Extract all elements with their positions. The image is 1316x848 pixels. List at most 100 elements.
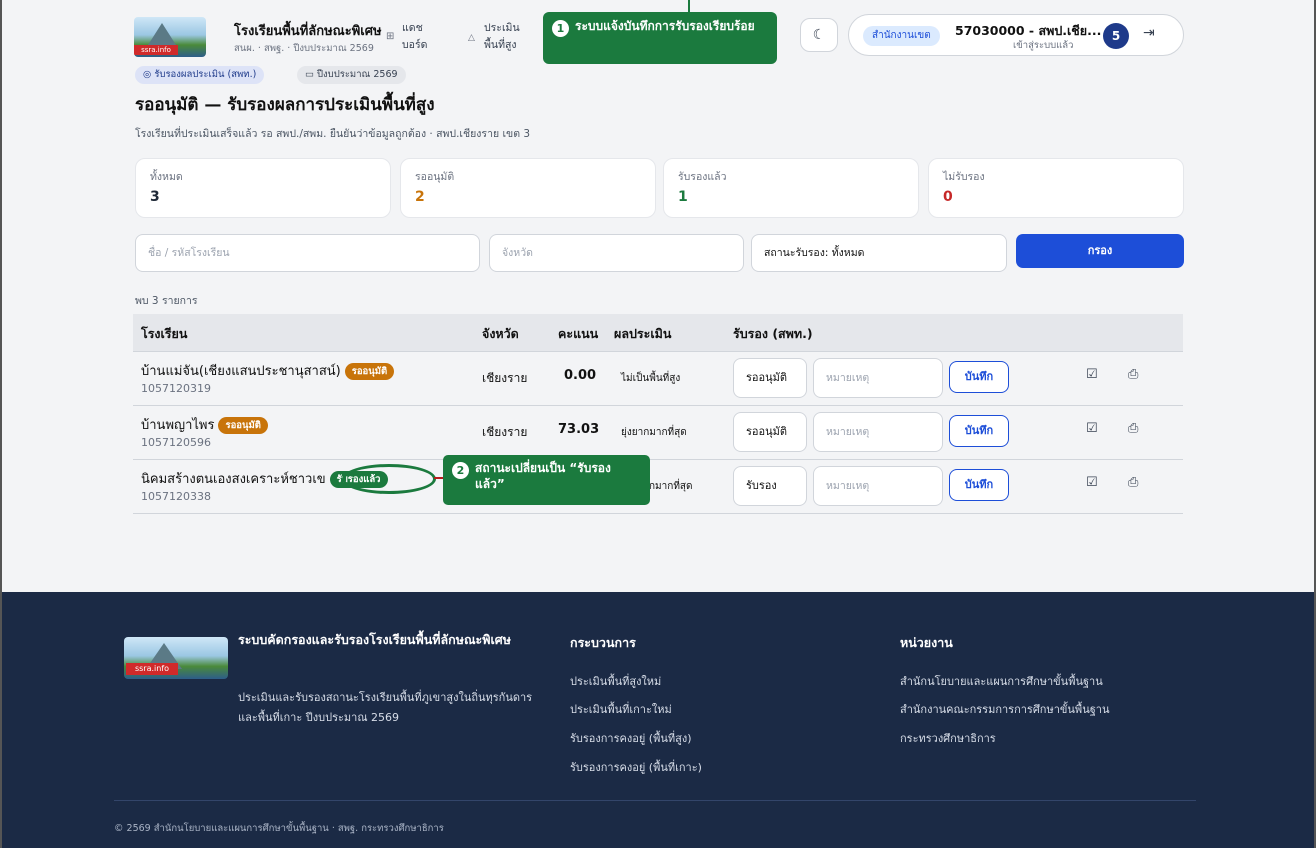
footer: ssra.info ระบบคัดกรองและรับรองโรงเรียนพื… (2, 592, 1314, 848)
grid-icon: ⊞ (386, 31, 395, 42)
score-cell: 73.03 (558, 422, 600, 437)
footer-divider (114, 800, 1196, 801)
col-school: โรงเรียน (141, 326, 188, 341)
avatar[interactable]: 5 (1103, 23, 1129, 49)
footer-description: ประเมินและรับรองสถานะโรงเรียนพื้นที่ภูเข… (238, 691, 533, 724)
col-score: คะแนน (558, 326, 599, 341)
footer-link[interactable]: ประเมินพื้นที่เกาะใหม่ (570, 700, 672, 718)
school-search-input[interactable]: ชื่อ / รหัสโรงเรียน (135, 234, 480, 272)
table-header: โรงเรียน จังหวัด คะแนน ผลประเมิน รับรอง … (133, 314, 1183, 352)
save-button[interactable]: บันทึก (949, 469, 1009, 501)
annotation-toast-status: 2 สถานะเปลี่ยนเป็น “รับรองแล้ว” (443, 455, 650, 505)
col-certify: รับรอง (สพท.) (733, 326, 813, 341)
result-cell: ยุ่งยากมากที่สุด (621, 427, 687, 438)
table-row: บ้านแม่จัน(เชียงแสนประชานุสาสน์) รออนุมัต… (133, 352, 1183, 406)
footer-logo: ssra.info (124, 637, 228, 679)
province-cell: เชียงราย (482, 425, 528, 439)
filter-button[interactable]: กรอง (1016, 234, 1184, 268)
certify-status-select[interactable]: รออนุมัติ (733, 358, 807, 398)
school-name-cell: บ้านแม่จัน(เชียงแสนประชานุสาสน์) รออนุมัต… (141, 360, 395, 381)
certify-status-select[interactable]: รับรอง (733, 466, 807, 506)
step-number-badge: 2 (452, 462, 469, 479)
theme-toggle-button[interactable]: ☾ (800, 18, 838, 52)
nav-dashboard-label: แดช บอร์ด (402, 22, 428, 51)
school-name: โรงเรียนพื้นที่ลักษณะพิเศษ (234, 24, 382, 39)
stat-card-approved: รับรองแล้ว 1 (663, 158, 919, 218)
stat-label: รับรองแล้ว (678, 171, 727, 183)
stat-label: รออนุมัติ (415, 171, 455, 183)
result-count: พบ 3 รายการ (135, 295, 198, 307)
step-number-badge: 1 (552, 20, 569, 37)
check-square-icon[interactable]: ☑ (1086, 367, 1098, 382)
status-badge: รออนุมัติ (344, 363, 395, 380)
stat-label: ไม่รับรอง (943, 171, 985, 183)
footer-process-heading: กระบวนการ (570, 635, 636, 650)
province-cell: เชียงราย (482, 371, 528, 385)
footer-agency-heading: หน่วยงาน (900, 635, 953, 650)
stat-card-total: ทั้งหมด 3 (135, 158, 391, 218)
footer-link[interactable]: รับรองการคงอยู่ (พื้นที่เกาะ) (570, 758, 702, 776)
office-chip: สำนักงานเขต (863, 26, 940, 46)
copyright: © 2569 สำนักนโยบายและแผนการศึกษาขั้นพื้น… (114, 823, 444, 834)
mountain-icon: △ (468, 33, 475, 43)
status-badge: รออนุมัติ (218, 417, 268, 434)
province-input[interactable]: จังหวัด (489, 234, 744, 272)
stat-value: 3 (150, 189, 160, 205)
chip-module: ◎ รับรองผลประเมิน (สพท.) (135, 66, 265, 84)
table-row: บ้านพญาไพร รออนุมัติ 1057120596 เชียงราย … (133, 406, 1183, 460)
col-result: ผลประเมิน (614, 326, 672, 341)
annotation-toast-saved: 1 ระบบแจ้งบันทึกการรับรองเรียบร้อย (543, 12, 777, 64)
note-input[interactable]: หมายเหตุ (813, 412, 943, 452)
print-icon[interactable]: ⎙ (1128, 421, 1138, 436)
result-cell: กมากที่สุด (649, 481, 693, 492)
nav-evaluate-label: ประเมิน พื้นที่สูง (484, 22, 520, 51)
logo-tag: ssra.info (134, 45, 178, 55)
school-code: 1057120338 (141, 490, 211, 503)
footer-link[interactable]: ประเมินพื้นที่สูงใหม่ (570, 672, 661, 690)
logo-tag: ssra.info (126, 663, 178, 675)
logout-icon[interactable]: ⇥ (1143, 25, 1155, 41)
footer-link[interactable]: สำนักงานคณะกรรมการการศึกษาขั้นพื้นฐาน (900, 700, 1109, 718)
footer-link[interactable]: สำนักนโยบายและแผนการศึกษาขั้นพื้นฐาน (900, 672, 1103, 690)
result-cell: ไม่เป็นพื้นที่สูง (621, 373, 681, 384)
certify-status-select[interactable]: รออนุมัติ (733, 412, 807, 452)
login-status: เข้าสู่ระบบแล้ว (1013, 40, 1074, 51)
school-code: 1057120319 (141, 382, 211, 395)
user-menu[interactable]: สำนักงานเขต 57030000 - สพป.เชีย... เข้าส… (848, 14, 1184, 56)
note-input[interactable]: หมายเหตุ (813, 358, 943, 398)
school-logo[interactable]: ssra.info (134, 17, 206, 57)
stat-card-rejected: ไม่รับรอง 0 (928, 158, 1184, 218)
highlight-ring (342, 464, 436, 494)
score-cell: 0.00 (564, 368, 597, 383)
stat-value: 0 (943, 189, 953, 205)
save-button[interactable]: บันทึก (949, 361, 1009, 393)
save-button[interactable]: บันทึก (949, 415, 1009, 447)
check-square-icon[interactable]: ☑ (1086, 421, 1098, 436)
table-row: นิคมสร้างตนเองสงเคราะห์ชาวเข รับรองแล้ว 1… (133, 460, 1183, 514)
page-description: โรงเรียนที่ประเมินเสร็จแล้ว รอ สพป./สพม.… (135, 128, 531, 140)
footer-link[interactable]: กระทรวงศึกษาธิการ (900, 729, 996, 747)
status-filter-select[interactable]: สถานะรับรอง: ทั้งหมด (751, 234, 1007, 272)
footer-link[interactable]: รับรองการคงอยู่ (พื้นที่สูง) (570, 729, 692, 747)
print-icon[interactable]: ⎙ (1128, 367, 1138, 382)
moon-icon: ☾ (812, 27, 826, 43)
note-input[interactable]: หมายเหตุ (813, 466, 943, 506)
top-header: ssra.info โรงเรียนพื้นที่ลักษณะพิเศษ สนผ… (120, 0, 1184, 64)
stat-value: 1 (678, 189, 688, 205)
toast-text: สถานะเปลี่ยนเป็น “รับรองแล้ว” (475, 461, 611, 491)
toast-text: ระบบแจ้งบันทึกการรับรองเรียบร้อย (575, 19, 755, 33)
print-icon[interactable]: ⎙ (1128, 475, 1138, 490)
check-square-icon[interactable]: ☑ (1086, 475, 1098, 490)
logo-mountain-shape (148, 23, 176, 45)
school-subtitle: สนผ. · สพฐ. · ปีงบประมาณ 2569 (234, 43, 374, 54)
nav-evaluate-highland[interactable]: △ ประเมิน พื้นที่สูง (468, 20, 534, 54)
stat-value: 2 (415, 189, 425, 205)
school-name-cell: บ้านพญาไพร รออนุมัติ (141, 414, 268, 435)
nav-dashboard[interactable]: ⊞ แดช บอร์ด (386, 20, 442, 54)
stat-label: ทั้งหมด (150, 171, 183, 183)
school-code: 1057120596 (141, 436, 211, 449)
chip-fiscal-year: ▭ ปีงบประมาณ 2569 (297, 66, 406, 84)
col-province: จังหวัด (482, 326, 519, 341)
page-title: รออนุมัติ — รับรองผลการประเมินพื้นที่สูง (135, 95, 435, 115)
footer-title: ระบบคัดกรองและรับรองโรงเรียนพื้นที่ลักษณ… (238, 632, 511, 647)
